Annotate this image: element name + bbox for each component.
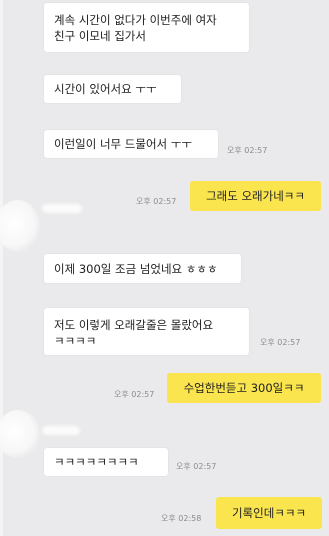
- frame-edge: [0, 0, 3, 536]
- incoming-message: 시간이 있어서요 ㅜㅜ: [44, 75, 181, 103]
- incoming-message: 계속 시간이 없다가 이번주에 여자 친구 이모네 집가서: [44, 3, 249, 52]
- message-text: 이런일이 너무 드물어서 ㅜㅜ: [54, 137, 192, 151]
- avatar: [0, 200, 40, 252]
- message-time: 오후 02:57: [136, 197, 177, 206]
- message-text: 수업한번듣고 300일ㅋㅋ: [183, 381, 305, 395]
- message-text: 저도 이렇게 오래갈줄은 몰랐어요 ㅋㅋㅋㅋ: [54, 318, 214, 348]
- message-text: 계속 시간이 없다가 이번주에 여자 친구 이모네 집가서: [54, 13, 217, 43]
- message-time: 오후 02:57: [260, 338, 301, 347]
- message-time: 오후 02:57: [114, 390, 155, 399]
- outgoing-message: 기록인데ㅋㅋㅋ: [216, 497, 322, 529]
- message-text: 기록인데ㅋㅋㅋ: [231, 506, 307, 520]
- message-time: 오후 02:57: [176, 462, 217, 471]
- message-text: 그래도 오래가네ㅋㅋ: [206, 189, 305, 203]
- avatar: [0, 410, 40, 458]
- chat-screen: 계속 시간이 없다가 이번주에 여자 친구 이모네 집가서 시간이 있어서요 ㅜ…: [0, 0, 329, 536]
- message-time: 오후 02:58: [161, 514, 202, 523]
- message-text: ㅋㅋㅋㅋㅋㅋㅋㅋ: [54, 455, 139, 469]
- message-text: 시간이 있어서요 ㅜㅜ: [54, 82, 157, 96]
- message-time: 오후 02:57: [227, 146, 268, 155]
- outgoing-message: 그래도 오래가네ㅋㅋ: [190, 181, 321, 211]
- incoming-message: 이런일이 너무 드물어서 ㅜㅜ: [44, 130, 218, 158]
- incoming-message: ㅋㅋㅋㅋㅋㅋㅋㅋ: [44, 448, 168, 476]
- sender-name: [42, 426, 80, 435]
- outgoing-message: 수업한번듣고 300일ㅋㅋ: [167, 373, 321, 403]
- sender-name: [42, 204, 82, 213]
- incoming-message: 저도 이렇게 오래갈줄은 몰랐어요 ㅋㅋㅋㅋ: [44, 308, 249, 355]
- incoming-message: 이제 300일 조금 넘었네요 ㅎㅎㅎ: [44, 254, 241, 283]
- message-text: 이제 300일 조금 넘었네요 ㅎㅎㅎ: [54, 261, 218, 276]
